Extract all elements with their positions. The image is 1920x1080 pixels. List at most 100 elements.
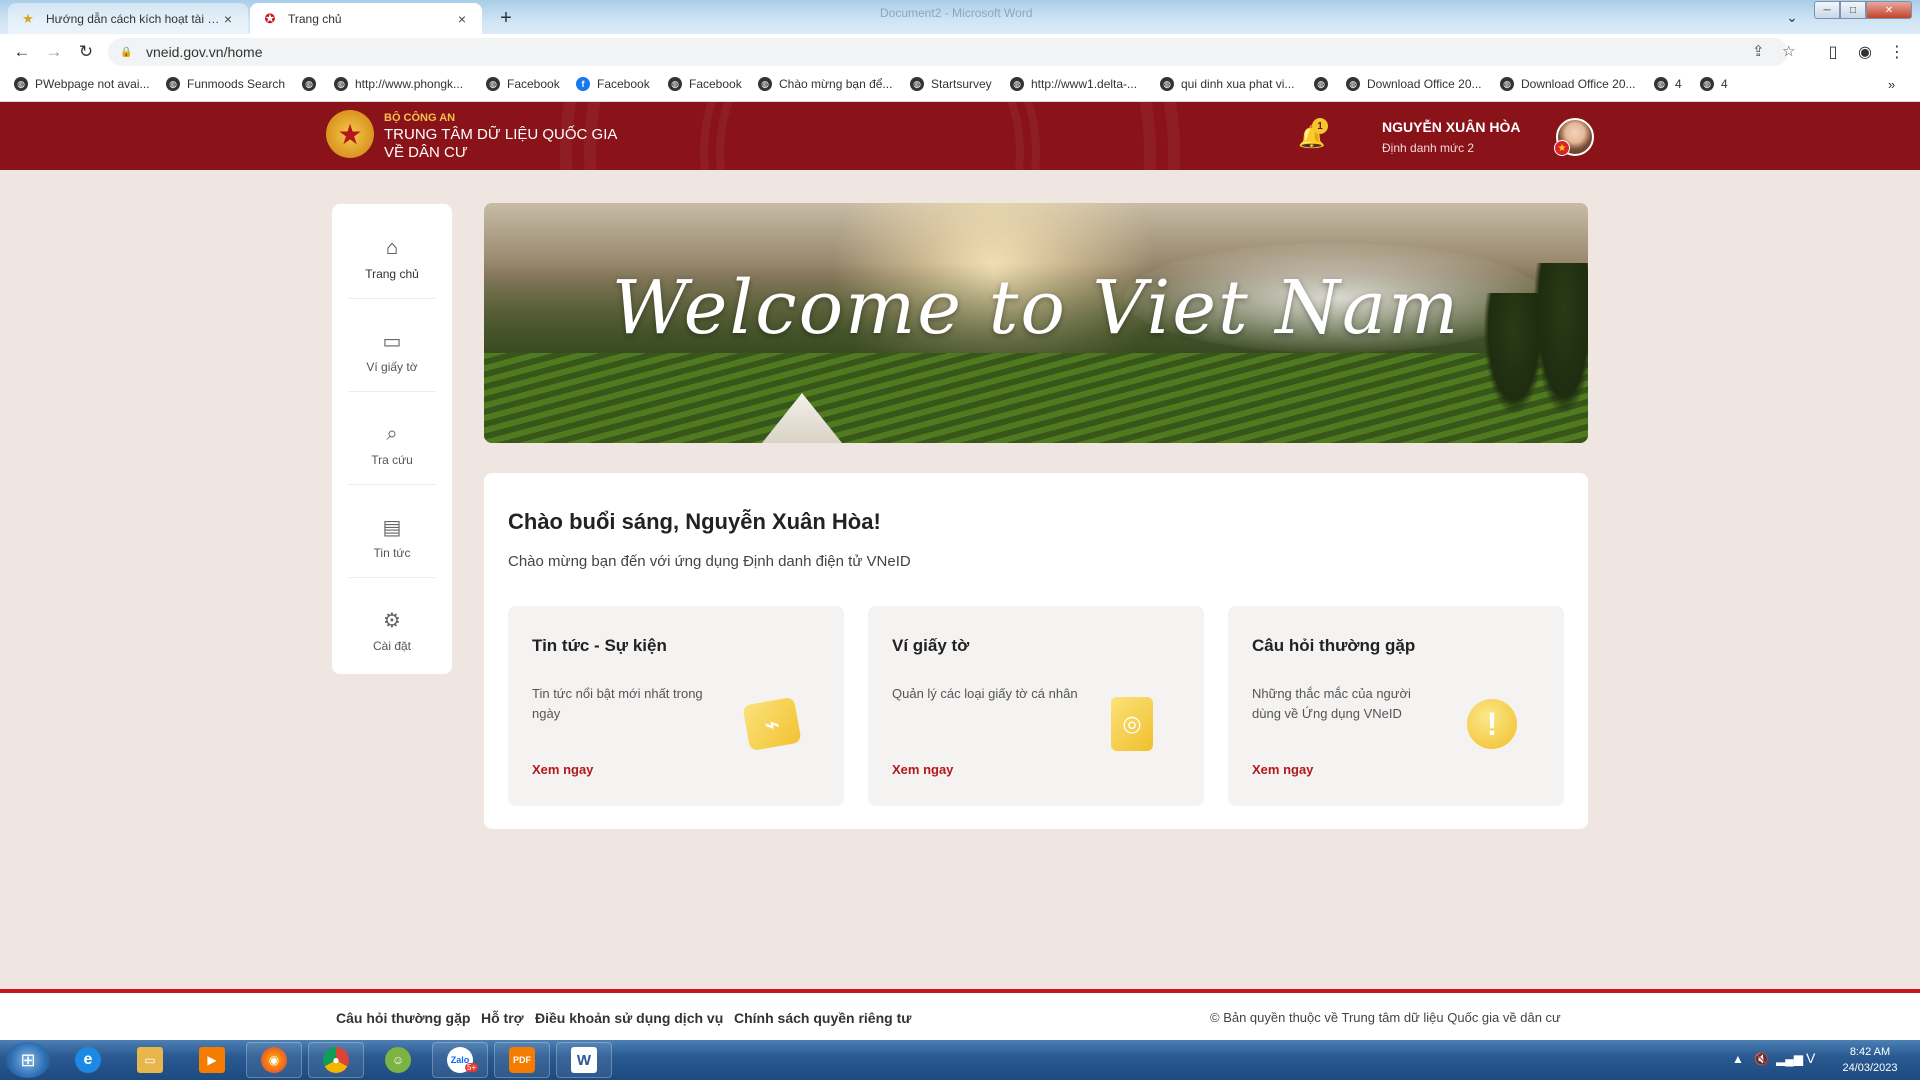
globe-icon: ◍ [1010, 77, 1024, 91]
globe-icon: ◍ [14, 77, 28, 91]
speaker-muted-icon[interactable]: 🔇 [1754, 1052, 1769, 1066]
internet-explorer-icon[interactable]: e [60, 1042, 116, 1078]
view-now-link[interactable]: Xem ngay [892, 762, 953, 777]
bookmark-star-icon[interactable]: ☆ [1782, 42, 1795, 60]
globe-icon: ◍ [334, 77, 348, 91]
footer-link-faq[interactable]: Câu hỏi thường gặp [336, 1010, 470, 1026]
emblem-favicon-icon: ✪ [264, 10, 276, 26]
feature-description: Những thắc mắc của người dùng về Ứng dụn… [1252, 686, 1411, 721]
globe-icon: ◍ [1500, 77, 1514, 91]
globe-icon: ◍ [758, 77, 772, 91]
close-window-button[interactable]: ✕ [1866, 1, 1912, 19]
feature-card-wallet[interactable]: Ví giấy tờ Quản lý các loại giấy tờ cá n… [868, 606, 1204, 806]
feature-card-faq[interactable]: Câu hỏi thường gặp Những thắc mắc của ng… [1228, 606, 1564, 806]
globe-icon: ◍ [1160, 77, 1174, 91]
firefox-icon[interactable]: ◉ [246, 1042, 302, 1078]
bookmark-item[interactable]: ◍ Download Office 20... [1500, 77, 1636, 91]
center-name-line1: TRUNG TÂM DỮ LIỆU QUỐC GIA [384, 126, 618, 143]
sidebar-item-wallet[interactable]: ▭ Ví giấy tờ [348, 305, 436, 398]
start-button[interactable]: ⊞ [6, 1042, 50, 1078]
share-icon[interactable]: ⇪ [1752, 42, 1765, 60]
bookmark-item[interactable]: ◍ qui dinh xua phat vi... [1160, 77, 1294, 91]
foxit-pdf-icon[interactable]: PDF [494, 1042, 550, 1078]
bookmark-item[interactable]: ◍ Facebook [668, 77, 742, 91]
maximize-button[interactable]: □ [1840, 1, 1866, 19]
bookmark-item[interactable]: ◍ http://www1.delta-... [1010, 77, 1137, 91]
bookmark-item[interactable]: ◍ Startsurvey [910, 77, 992, 91]
back-arrow-icon[interactable]: ← [10, 40, 34, 64]
side-navigation: ⌂ Trang chủ ▭ Ví giấy tờ ⌕ Tra cứu ▤ Tin… [332, 204, 452, 674]
globe-icon: ◍ [1700, 77, 1714, 91]
footer-link-support[interactable]: Hỗ trợ [481, 1010, 524, 1026]
feature-description: Tin tức nổi bật mới nhất trong ngày [532, 686, 703, 721]
view-now-link[interactable]: Xem ngay [532, 762, 593, 777]
file-explorer-icon[interactable]: ▭ [122, 1042, 178, 1078]
address-bar[interactable]: 🔒 vneid.gov.vn/home [108, 38, 1788, 66]
footer-copyright: © Bản quyền thuộc về Trung tâm dữ liệu Q… [1210, 1010, 1561, 1025]
browser-toolbar: ← → ↻ 🔒 vneid.gov.vn/home ⇪ ☆ ▯ ◉ ⋮ [0, 34, 1920, 70]
tab-trang-chu[interactable]: ✪ Trang chủ × [250, 3, 482, 34]
user-name[interactable]: NGUYỄN XUÂN HÒA [1382, 119, 1520, 135]
globe-icon: ◍ [166, 77, 180, 91]
zalo-icon[interactable]: Zalo 5+ [432, 1042, 488, 1078]
minimize-button[interactable]: ─ [1814, 1, 1840, 19]
organization-name[interactable]: BỘ CÔNG AN TRUNG TÂM DỮ LIỆU QUỐC GIA VỀ… [384, 112, 617, 162]
forward-arrow-icon[interactable]: → [42, 40, 66, 64]
clock-time: 8:42 AM [1849, 1046, 1891, 1058]
close-tab-icon[interactable]: × [220, 11, 236, 27]
center-name-line2: VỀ DÂN CƯ [384, 144, 468, 161]
side-panel-icon[interactable]: ▯ [1821, 40, 1845, 64]
sidebar-item-home[interactable]: ⌂ Trang chủ [348, 212, 436, 305]
coccoc-icon[interactable]: ☺ [370, 1042, 426, 1078]
bookmark-item[interactable]: ◍ 4 [1654, 77, 1682, 91]
reload-icon[interactable]: ↻ [74, 40, 98, 64]
feature-card-news[interactable]: Tin tức - Sự kiện Tin tức nổi bật mới nh… [508, 606, 844, 806]
bookmark-item[interactable]: ◍ Facebook [486, 77, 560, 91]
sidebar-item-lookup[interactable]: ⌕ Tra cứu [348, 398, 436, 491]
police-emblem-icon[interactable]: ★ [326, 110, 374, 158]
menu-kebab-icon[interactable]: ⋮ [1885, 40, 1909, 64]
tab-huong-dan[interactable]: ★ Hướng dẫn cách kích hoạt tài khoản × [8, 3, 248, 34]
media-player-icon[interactable]: ▶ [184, 1042, 240, 1078]
profile-icon[interactable]: ◉ [1853, 40, 1877, 64]
bookmark-item[interactable]: f Facebook [576, 77, 650, 91]
network-signal-icon[interactable]: ▂▄▆ [1776, 1052, 1803, 1066]
star-favicon-icon: ★ [22, 10, 34, 26]
bookmark-item[interactable]: ◍ Funmoods Search [166, 77, 285, 91]
home-icon: ⌂ [385, 237, 399, 259]
bookmark-item[interactable]: ◍ [302, 77, 323, 91]
footer-link-terms[interactable]: Điều khoản sử dụng dịch vụ [535, 1010, 723, 1026]
feature-description: Quản lý các loại giấy tờ cá nhân [892, 686, 1078, 701]
ministry-label: BỘ CÔNG AN [384, 112, 456, 124]
windows-taskbar: ⊞ e ▭ ▶ ◉ ● ☺ Zalo 5+ PDF W ▲ 🔇 ▂▄▆ V 8:4… [0, 1040, 1920, 1080]
sidebar-item-label: Cài đặt [372, 638, 412, 653]
show-hidden-icons-icon[interactable]: ▲ [1732, 1052, 1744, 1066]
globe-icon: ◍ [486, 77, 500, 91]
bookmark-item[interactable]: ◍ http://www.phongk... [334, 77, 463, 91]
lock-icon[interactable]: 🔒 [120, 47, 134, 58]
gear-icon: ⚙ [383, 610, 401, 632]
input-language[interactable]: V [1806, 1050, 1815, 1066]
chrome-icon[interactable]: ● [308, 1042, 364, 1078]
more-bookmarks-chevron-icon[interactable]: » [1888, 77, 1895, 92]
word-icon[interactable]: W [556, 1042, 612, 1078]
notification-badge: 1 [1312, 118, 1328, 134]
system-clock[interactable]: 8:42 AM 24/03/2023 [1830, 1044, 1910, 1076]
tab-search-chevron-icon[interactable]: ⌄ [1780, 6, 1804, 28]
bookmark-item[interactable]: ◍ [1314, 77, 1335, 91]
site-footer: Câu hỏi thường gặp Hỗ trợ Điều khoản sử … [0, 989, 1920, 1040]
sidebar-item-settings[interactable]: ⚙ Cài đặt [348, 584, 436, 677]
wallet-icon: ▭ [382, 331, 402, 353]
sidebar-item-news[interactable]: ▤ Tin tức [348, 491, 436, 584]
bookmark-item[interactable]: ◍ PWebpage not avai... [14, 77, 150, 91]
view-now-link[interactable]: Xem ngay [1252, 762, 1313, 777]
bookmark-item[interactable]: ◍ Chào mừng bạn để... [758, 77, 892, 91]
bookmark-item[interactable]: ◍ 4 [1700, 77, 1728, 91]
greeting-title: Chào buổi sáng, Nguyễn Xuân Hòa! [508, 509, 881, 534]
bookmark-item[interactable]: ◍ Download Office 20... [1346, 77, 1482, 91]
close-tab-icon[interactable]: × [454, 11, 470, 27]
site-header [0, 102, 1920, 170]
new-tab-button[interactable]: + [492, 6, 520, 30]
drum-pattern-decoration [700, 102, 1040, 170]
footer-link-privacy[interactable]: Chính sách quyền riêng tư [734, 1010, 911, 1026]
